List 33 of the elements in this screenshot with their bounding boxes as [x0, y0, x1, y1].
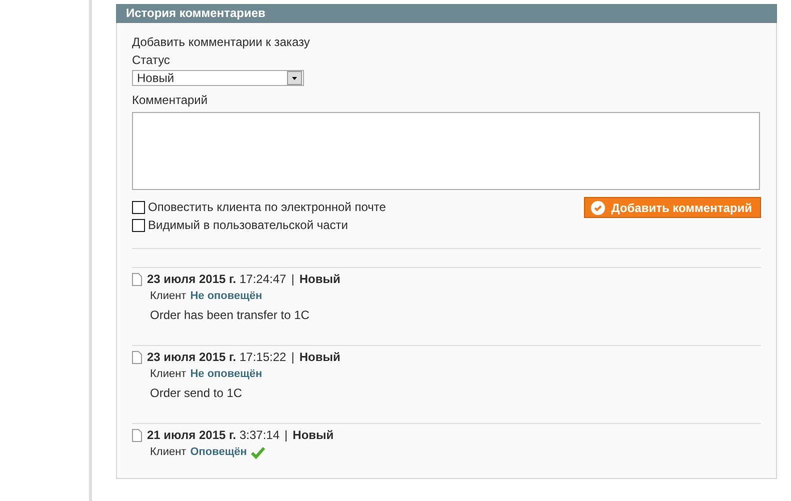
customer-label: Клиент: [150, 289, 186, 304]
entry-date: 21 июля 2015 г. 3:37:14: [147, 427, 280, 443]
notified-status: Не оповещён: [190, 289, 262, 304]
comment-label: Комментарий: [132, 92, 209, 109]
entry-status: Новый: [292, 427, 334, 443]
entry-status: Новый: [299, 271, 340, 287]
check-circle-icon: [591, 200, 606, 214]
checkbox[interactable]: [132, 218, 145, 232]
customer-label: Клиент: [150, 445, 186, 460]
panel-title: История комментариев: [116, 4, 777, 23]
entry-status: Новый: [299, 349, 340, 365]
document-icon: [132, 428, 142, 442]
notified-status: Оповещён: [190, 445, 247, 460]
separator: |: [291, 349, 294, 365]
document-icon: [132, 350, 142, 364]
caret-icon: [287, 71, 302, 85]
entry-date: 23 июля 2015 г. 17:24:47: [147, 271, 286, 287]
comment-text: Order has been transfer to 1C: [150, 307, 310, 324]
separator: |: [284, 427, 288, 443]
checkbox-label: Оповестить клиента по электронной почте: [148, 200, 386, 214]
comment-text: Order send to 1C: [150, 385, 244, 402]
customer-label: Клиент: [150, 367, 186, 382]
checkbox-label: Видимый в пользовательской части: [148, 218, 348, 232]
entry-date: 23 июля 2015 г. 17:15:22: [147, 349, 286, 365]
status-label: Статус: [132, 52, 171, 69]
status-dropdown[interactable]: Новый: [132, 70, 304, 86]
notified-status: Не оповещён: [190, 367, 262, 382]
checkmark-icon: [250, 446, 265, 458]
checkbox[interactable]: [132, 200, 145, 214]
comment-field[interactable]: [132, 112, 760, 190]
separator: |: [291, 271, 294, 287]
form-heading: Добавить комментарии к заказу: [132, 34, 311, 51]
document-icon: [132, 272, 142, 286]
